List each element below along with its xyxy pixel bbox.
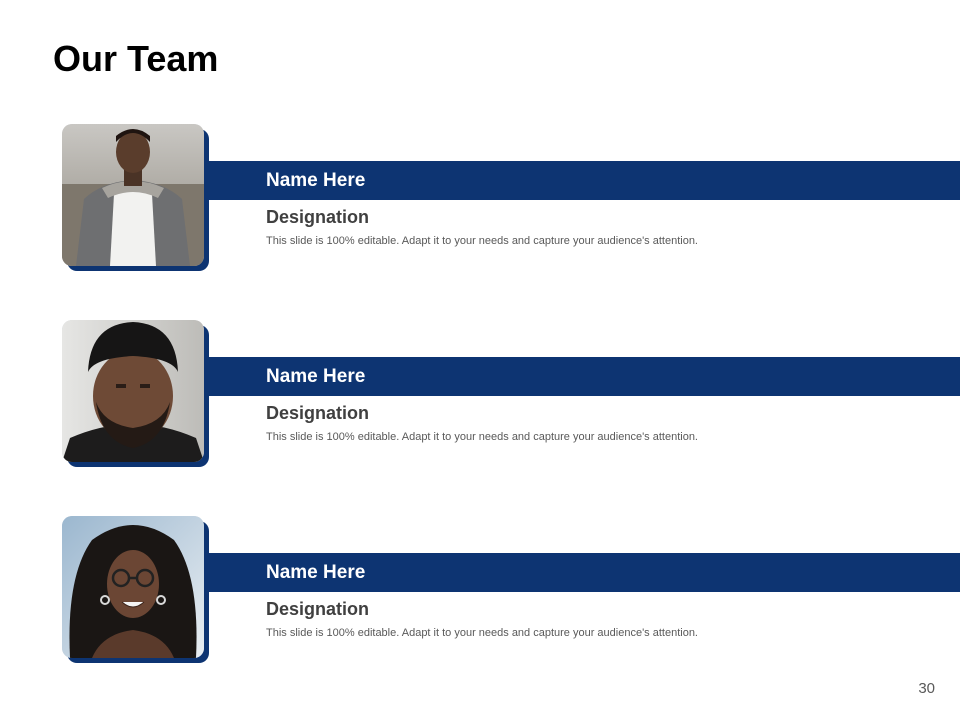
member-description: This slide is 100% editable. Adapt it to… [266,235,698,247]
team-member-card: Name Here Designation This slide is 100%… [0,515,960,665]
name-bar: Name Here [209,357,960,396]
page-number: 30 [918,680,935,697]
member-description: This slide is 100% editable. Adapt it to… [266,431,698,443]
member-designation: Designation [266,207,370,227]
member-photo [62,516,204,658]
team-member-card: Name Here Designation This slide is 100%… [0,319,960,469]
member-photo [62,320,204,462]
member-description: This slide is 100% editable. Adapt it to… [266,627,698,639]
member-designation: Designation [266,403,370,423]
name-bar: Name Here [209,161,960,200]
member-photo [62,124,204,266]
member-name: Name Here [266,366,366,387]
name-bar: Name Here [209,553,960,592]
member-designation: Designation [266,599,370,619]
slide-title: Our Team [53,38,219,79]
member-name: Name Here [266,562,366,583]
member-name: Name Here [266,170,366,191]
team-member-card: Name Here Designation This slide is 100%… [0,123,960,273]
